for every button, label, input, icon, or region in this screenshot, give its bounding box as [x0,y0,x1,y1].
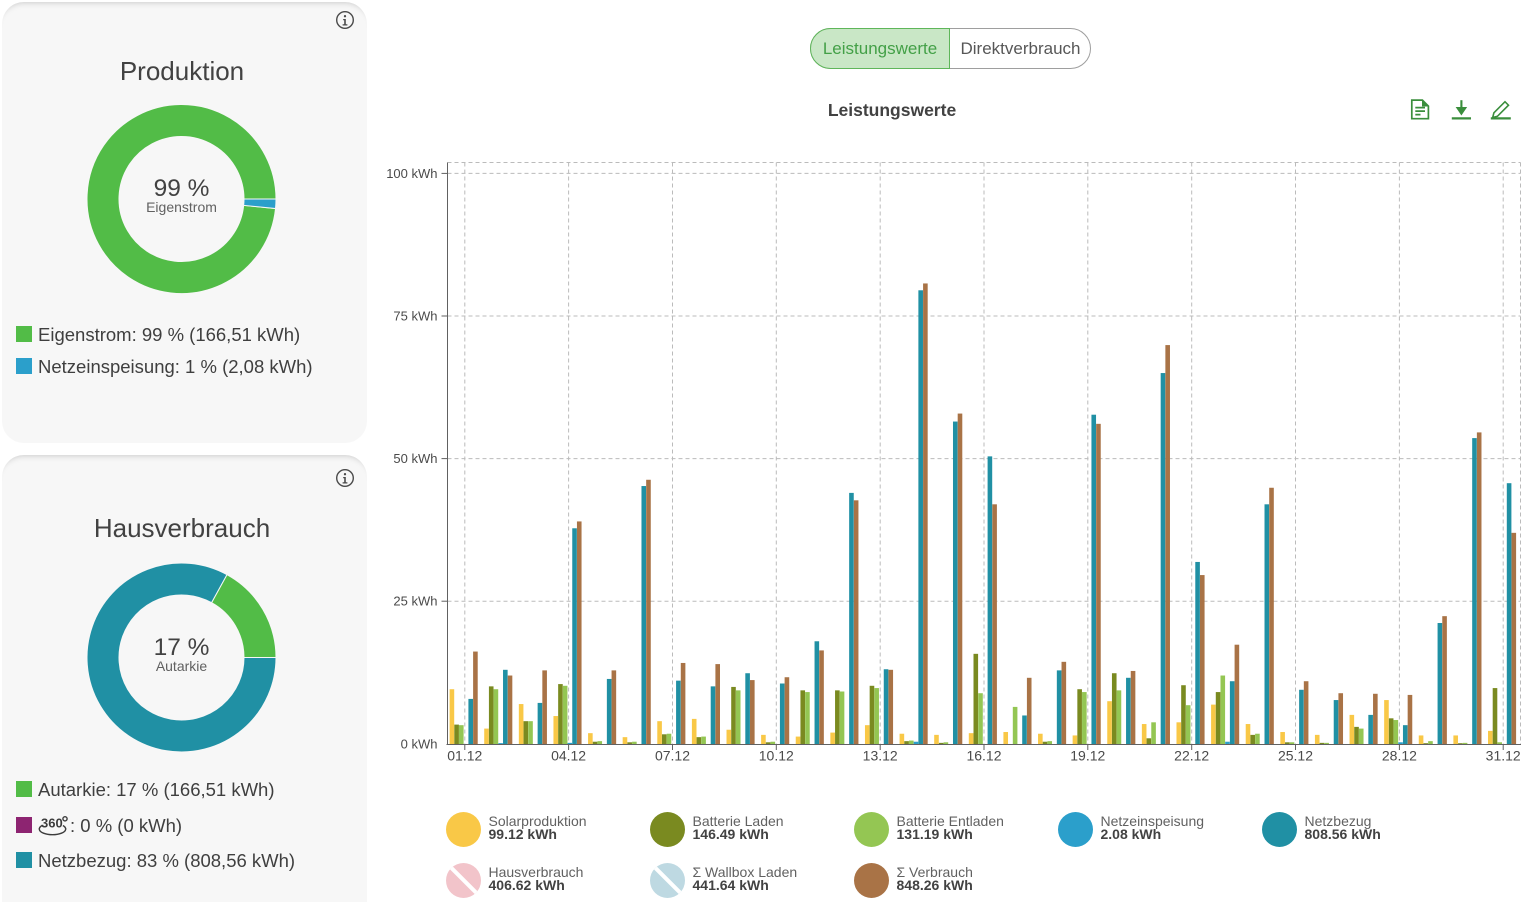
svg-text:07.12: 07.12 [655,748,690,764]
svg-text:10.12: 10.12 [759,748,794,764]
svg-text:01.12: 01.12 [447,748,482,764]
svg-text:22.12: 22.12 [1174,748,1209,764]
svg-text:04.12: 04.12 [551,748,586,764]
svg-text:25.12: 25.12 [1278,748,1313,764]
svg-text:100 kWh: 100 kWh [386,166,437,181]
svg-text:0 kWh: 0 kWh [401,737,438,752]
svg-text:75 kWh: 75 kWh [393,309,437,324]
svg-text:28.12: 28.12 [1382,748,1417,764]
svg-text:13.12: 13.12 [863,748,898,764]
svg-text:25 kWh: 25 kWh [393,594,437,609]
svg-text:16.12: 16.12 [966,748,1001,764]
svg-text:19.12: 19.12 [1070,748,1105,764]
svg-text:50 kWh: 50 kWh [393,451,437,466]
svg-text:31.12: 31.12 [1486,748,1521,764]
